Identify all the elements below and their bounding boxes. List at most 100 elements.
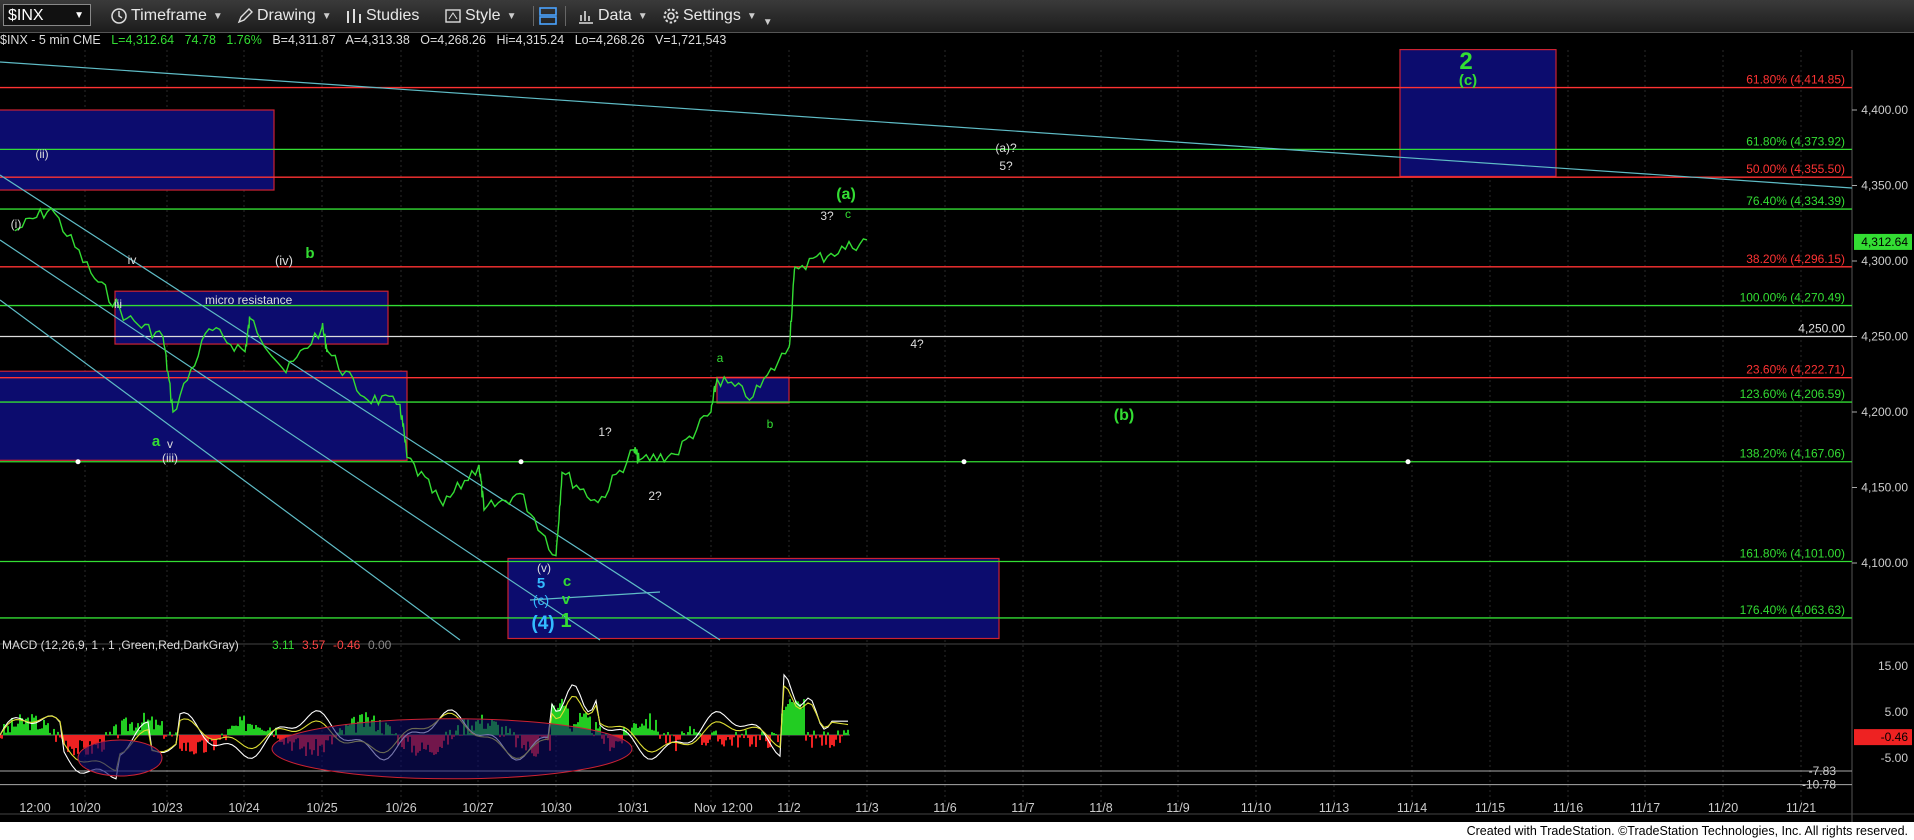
fib-box — [507, 557, 1000, 640]
fib-level-label: 100.00% (4,270.49) — [1740, 291, 1845, 305]
style-button[interactable]: Style ▼ — [444, 5, 516, 27]
price-tick-label: 4,350.00 — [1861, 179, 1908, 193]
data-label: Data — [598, 7, 632, 24]
toolbar: $INX ▼ Timeframe ▼ Drawing ▼ Studies Style ▼… — [0, 0, 1914, 33]
high-price: Hi=4,315.24 — [496, 33, 565, 47]
fib-box — [0, 370, 408, 461]
fib-level-label: 176.40% (4,063.63) — [1740, 603, 1845, 617]
data-button[interactable]: Data ▼ — [577, 5, 648, 27]
timeframe-button[interactable]: Timeframe ▼ — [110, 5, 223, 27]
clock-icon — [111, 8, 127, 24]
wave-label: 3? — [820, 209, 834, 223]
marker-dot — [75, 459, 81, 465]
wave-label: (c) — [1459, 72, 1477, 89]
wave-label: v — [562, 591, 571, 608]
chevron-down-icon: ▼ — [762, 16, 773, 28]
layout-button[interactable] — [538, 5, 561, 27]
macd-tick-label: 5.00 — [1885, 705, 1909, 719]
drawing-button[interactable]: Drawing ▼ — [236, 5, 332, 27]
fib-level-label: 50.00% (4,355.50) — [1746, 162, 1845, 176]
fib-level-label: 138.20% (4,167.06) — [1740, 447, 1845, 461]
layout-icon — [539, 7, 557, 25]
time-tick-label: 11/6 — [933, 801, 956, 815]
symbol-input[interactable]: $INX ▼ — [3, 4, 91, 26]
chevron-down-icon: ▼ — [746, 10, 757, 22]
divergence-ellipse — [271, 718, 633, 780]
toolbar-divider — [565, 6, 566, 26]
macd-value: 3.11 — [272, 638, 295, 652]
pencil-icon — [237, 8, 253, 24]
macd-current-label: -0.46 — [1881, 730, 1909, 744]
time-tick-label: 10/26 — [385, 801, 416, 815]
time-tick-label: 11/21 — [1786, 801, 1816, 815]
chevron-down-icon: ▼ — [212, 10, 223, 22]
pct-change: 1.76% — [226, 33, 262, 47]
timeframe-label: Timeframe — [131, 7, 207, 24]
fib-level-label: 61.80% (4,373.92) — [1746, 134, 1845, 148]
time-tick-label: 10/27 — [462, 801, 493, 815]
drawing-label: Drawing — [257, 7, 316, 24]
wave-label: (i) — [11, 217, 22, 231]
price-tick-label: 4,300.00 — [1861, 254, 1908, 268]
wave-label: (iv) — [275, 253, 293, 268]
macd-zero-value: 0.00 — [368, 638, 392, 652]
studies-button[interactable]: Studies — [345, 5, 419, 27]
macd-signal-value: 3.57 — [302, 638, 326, 652]
chevron-down-icon: ▼ — [321, 10, 332, 22]
time-tick-label: 11/14 — [1397, 801, 1427, 815]
chart-icon — [579, 11, 593, 24]
time-tick-label: 12:00 — [19, 801, 50, 815]
price-tick-label: 4,150.00 — [1861, 481, 1908, 495]
macd-level-label: -10.78 — [1802, 778, 1836, 792]
time-tick-label: 12:00 — [721, 801, 752, 815]
wave-label: (iii) — [162, 451, 178, 465]
wave-label: 5? — [999, 159, 1013, 173]
fib-level-label: 123.60% (4,206.59) — [1740, 387, 1845, 401]
wave-label: (v) — [537, 561, 551, 575]
fib-box — [716, 376, 790, 404]
wave-label: c — [845, 207, 851, 221]
wave-label: 2 — [1459, 48, 1472, 75]
wave-label: a — [717, 351, 724, 365]
macd-tick-label: 15.00 — [1878, 659, 1908, 673]
open-price: O=4,268.26 — [420, 33, 486, 47]
toolbar-divider — [533, 6, 534, 26]
style-icon — [445, 9, 461, 23]
time-tick-label: 10/20 — [69, 801, 100, 815]
chevron-down-icon[interactable]: ▼ — [74, 5, 84, 27]
fib-box — [1399, 49, 1557, 178]
style-label: Style — [465, 7, 501, 24]
wave-label: 5 — [537, 575, 545, 592]
wave-label: (ii) — [35, 147, 48, 161]
low-price: Lo=4,268.26 — [574, 33, 645, 47]
time-tick-label: 11/3 — [855, 801, 878, 815]
macd-tick-label: -5.00 — [1881, 751, 1909, 765]
macd-level-label: -7.83 — [1809, 764, 1837, 778]
time-tick-label: 11/8 — [1089, 801, 1112, 815]
time-tick-label: 11/17 — [1630, 801, 1660, 815]
wave-label: c — [563, 573, 571, 590]
fib-level-label: 38.20% (4,296.15) — [1746, 252, 1845, 266]
chevron-down-icon: ▼ — [637, 10, 648, 22]
symbol-info-line: $INX - 5 min CME L=4,312.64 74.78 1.76% … — [0, 33, 733, 49]
time-tick-label: 10/30 — [540, 801, 571, 815]
time-tick-label: Nov — [694, 801, 717, 815]
settings-button[interactable]: Settings ▼ ▼ — [662, 5, 773, 28]
divergence-ellipse — [77, 739, 163, 777]
time-tick-label: 11/15 — [1475, 801, 1505, 815]
trend-line — [0, 299, 461, 641]
symbol-value: $INX — [8, 7, 44, 24]
symbol-line: $INX - 5 min CME — [0, 33, 101, 47]
time-tick-label: 11/13 — [1319, 801, 1349, 815]
price-chart[interactable]: micro resistance61.80% (4,414.85)61.80% … — [0, 32, 1914, 822]
wave-label: 2? — [648, 489, 662, 503]
wave-label: v — [167, 437, 173, 451]
wave-label: (4) — [531, 613, 554, 634]
time-tick-label: 10/23 — [151, 801, 182, 815]
macd-diff-value: -0.46 — [333, 638, 361, 652]
wave-label: (a)? — [995, 141, 1017, 155]
trend-line — [0, 61, 1853, 189]
bid-price: B=4,311.87 — [272, 33, 336, 47]
wave-label: a — [152, 433, 161, 450]
time-tick-label: 11/9 — [1166, 801, 1189, 815]
